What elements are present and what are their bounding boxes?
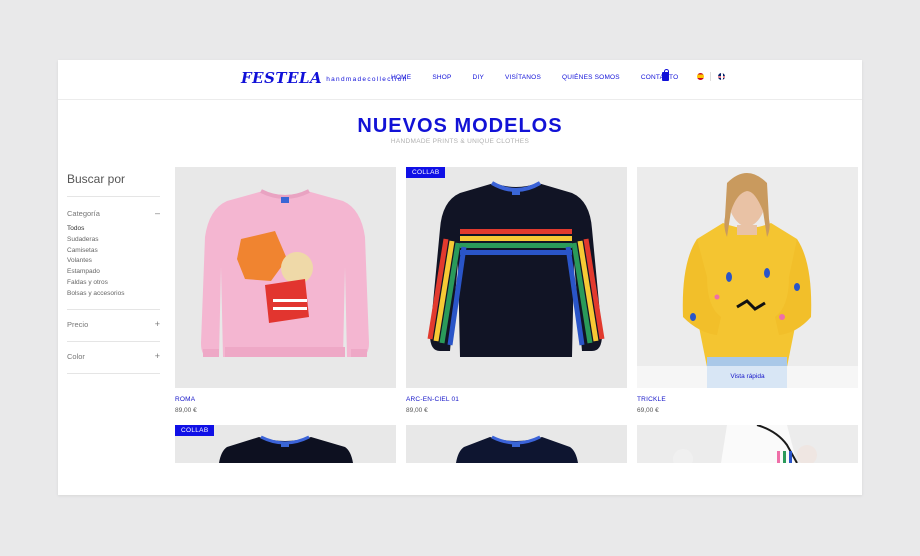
main-nav: HOME SHOP DIY VISÍTANOS QUIÉNES SOMOS CO…	[391, 74, 699, 81]
filter-sidebar: Buscar por Categoría – Todos Sudaderas C…	[67, 172, 160, 374]
filter-category-label: Categoría	[67, 209, 100, 218]
collapse-icon[interactable]: –	[155, 208, 160, 218]
model-bag-illustration	[637, 425, 858, 463]
filter-price-header[interactable]: Precio +	[67, 310, 160, 332]
category-item[interactable]: Todos	[67, 224, 160, 235]
product-name[interactable]: ROMA	[175, 396, 195, 403]
expand-icon[interactable]: +	[155, 319, 160, 329]
page-subtitle: HANDMADE PRINTS & UNIQUE CLOTHES	[390, 138, 530, 145]
filter-category-header[interactable]: Categoría –	[67, 197, 160, 221]
nav-quienes-somos[interactable]: QUIÉNES SOMOS	[562, 74, 620, 81]
product-price: 69,00 €	[637, 407, 659, 414]
collab-badge: COLLAB	[406, 167, 446, 178]
spain-flag-icon[interactable]	[697, 73, 704, 80]
filter-color-header[interactable]: Color +	[67, 342, 160, 364]
nav-shop[interactable]: SHOP	[432, 74, 451, 81]
category-item[interactable]: Bolsas y accesorios	[67, 289, 160, 300]
filter-color[interactable]: Color +	[67, 342, 160, 374]
category-item[interactable]: Camisetas	[67, 246, 160, 257]
language-divider	[710, 72, 711, 81]
filter-color-label: Color	[67, 351, 85, 361]
navy-sweater-illustration	[406, 425, 627, 463]
pink-sweater-illustration	[175, 167, 396, 388]
filter-category: Categoría – Todos Sudaderas Camisetas Vo…	[67, 197, 160, 310]
nav-visitanos[interactable]: VISÍTANOS	[505, 74, 541, 81]
product-image[interactable]: COLLAB	[406, 167, 627, 388]
product-name[interactable]: ARC-EN-CIEL 01	[406, 396, 459, 403]
quick-view-button[interactable]: Vista rápida	[637, 366, 858, 388]
filter-price[interactable]: Precio +	[67, 310, 160, 342]
expand-icon[interactable]: +	[155, 351, 160, 361]
product-image[interactable]	[637, 425, 858, 463]
category-item[interactable]: Sudaderas	[67, 235, 160, 246]
nav-contacto[interactable]: CONTACTO	[641, 74, 678, 81]
filter-title: Buscar por	[67, 172, 160, 197]
site-header: FESTELA handmadecollection HOME SHOP DIY…	[58, 60, 862, 100]
nav-home[interactable]: HOME	[391, 74, 411, 81]
product-image[interactable]: Vista rápida	[637, 167, 858, 388]
category-list: Todos Sudaderas Camisetas Volantes Estam…	[67, 221, 160, 309]
rainbow-sweater-illustration	[406, 167, 627, 388]
category-item[interactable]: Volantes	[67, 256, 160, 267]
product-image[interactable]	[406, 425, 627, 463]
category-item[interactable]: Faldas y otros	[67, 278, 160, 289]
product-image[interactable]: COLLAB	[175, 425, 396, 463]
collab-badge: COLLAB	[175, 425, 215, 436]
product-image[interactable]	[175, 167, 396, 388]
product-price: 89,00 €	[175, 407, 197, 414]
product-name[interactable]: TRICKLE	[637, 396, 666, 403]
brand-logo[interactable]: FESTELA handmadecollection	[241, 70, 407, 86]
category-item[interactable]: Estampado	[67, 267, 160, 278]
nav-diy[interactable]: DIY	[473, 74, 484, 81]
page: FESTELA handmadecollection HOME SHOP DIY…	[58, 60, 862, 495]
filter-price-label: Precio	[67, 319, 89, 329]
brand-name: FESTELA	[241, 69, 323, 87]
cart-bag-icon[interactable]	[662, 69, 669, 81]
page-title: NUEVOS MODELOS	[357, 115, 563, 137]
product-price: 89,00 €	[406, 407, 428, 414]
model-photo-illustration	[637, 167, 858, 388]
uk-flag-icon[interactable]	[718, 73, 725, 80]
